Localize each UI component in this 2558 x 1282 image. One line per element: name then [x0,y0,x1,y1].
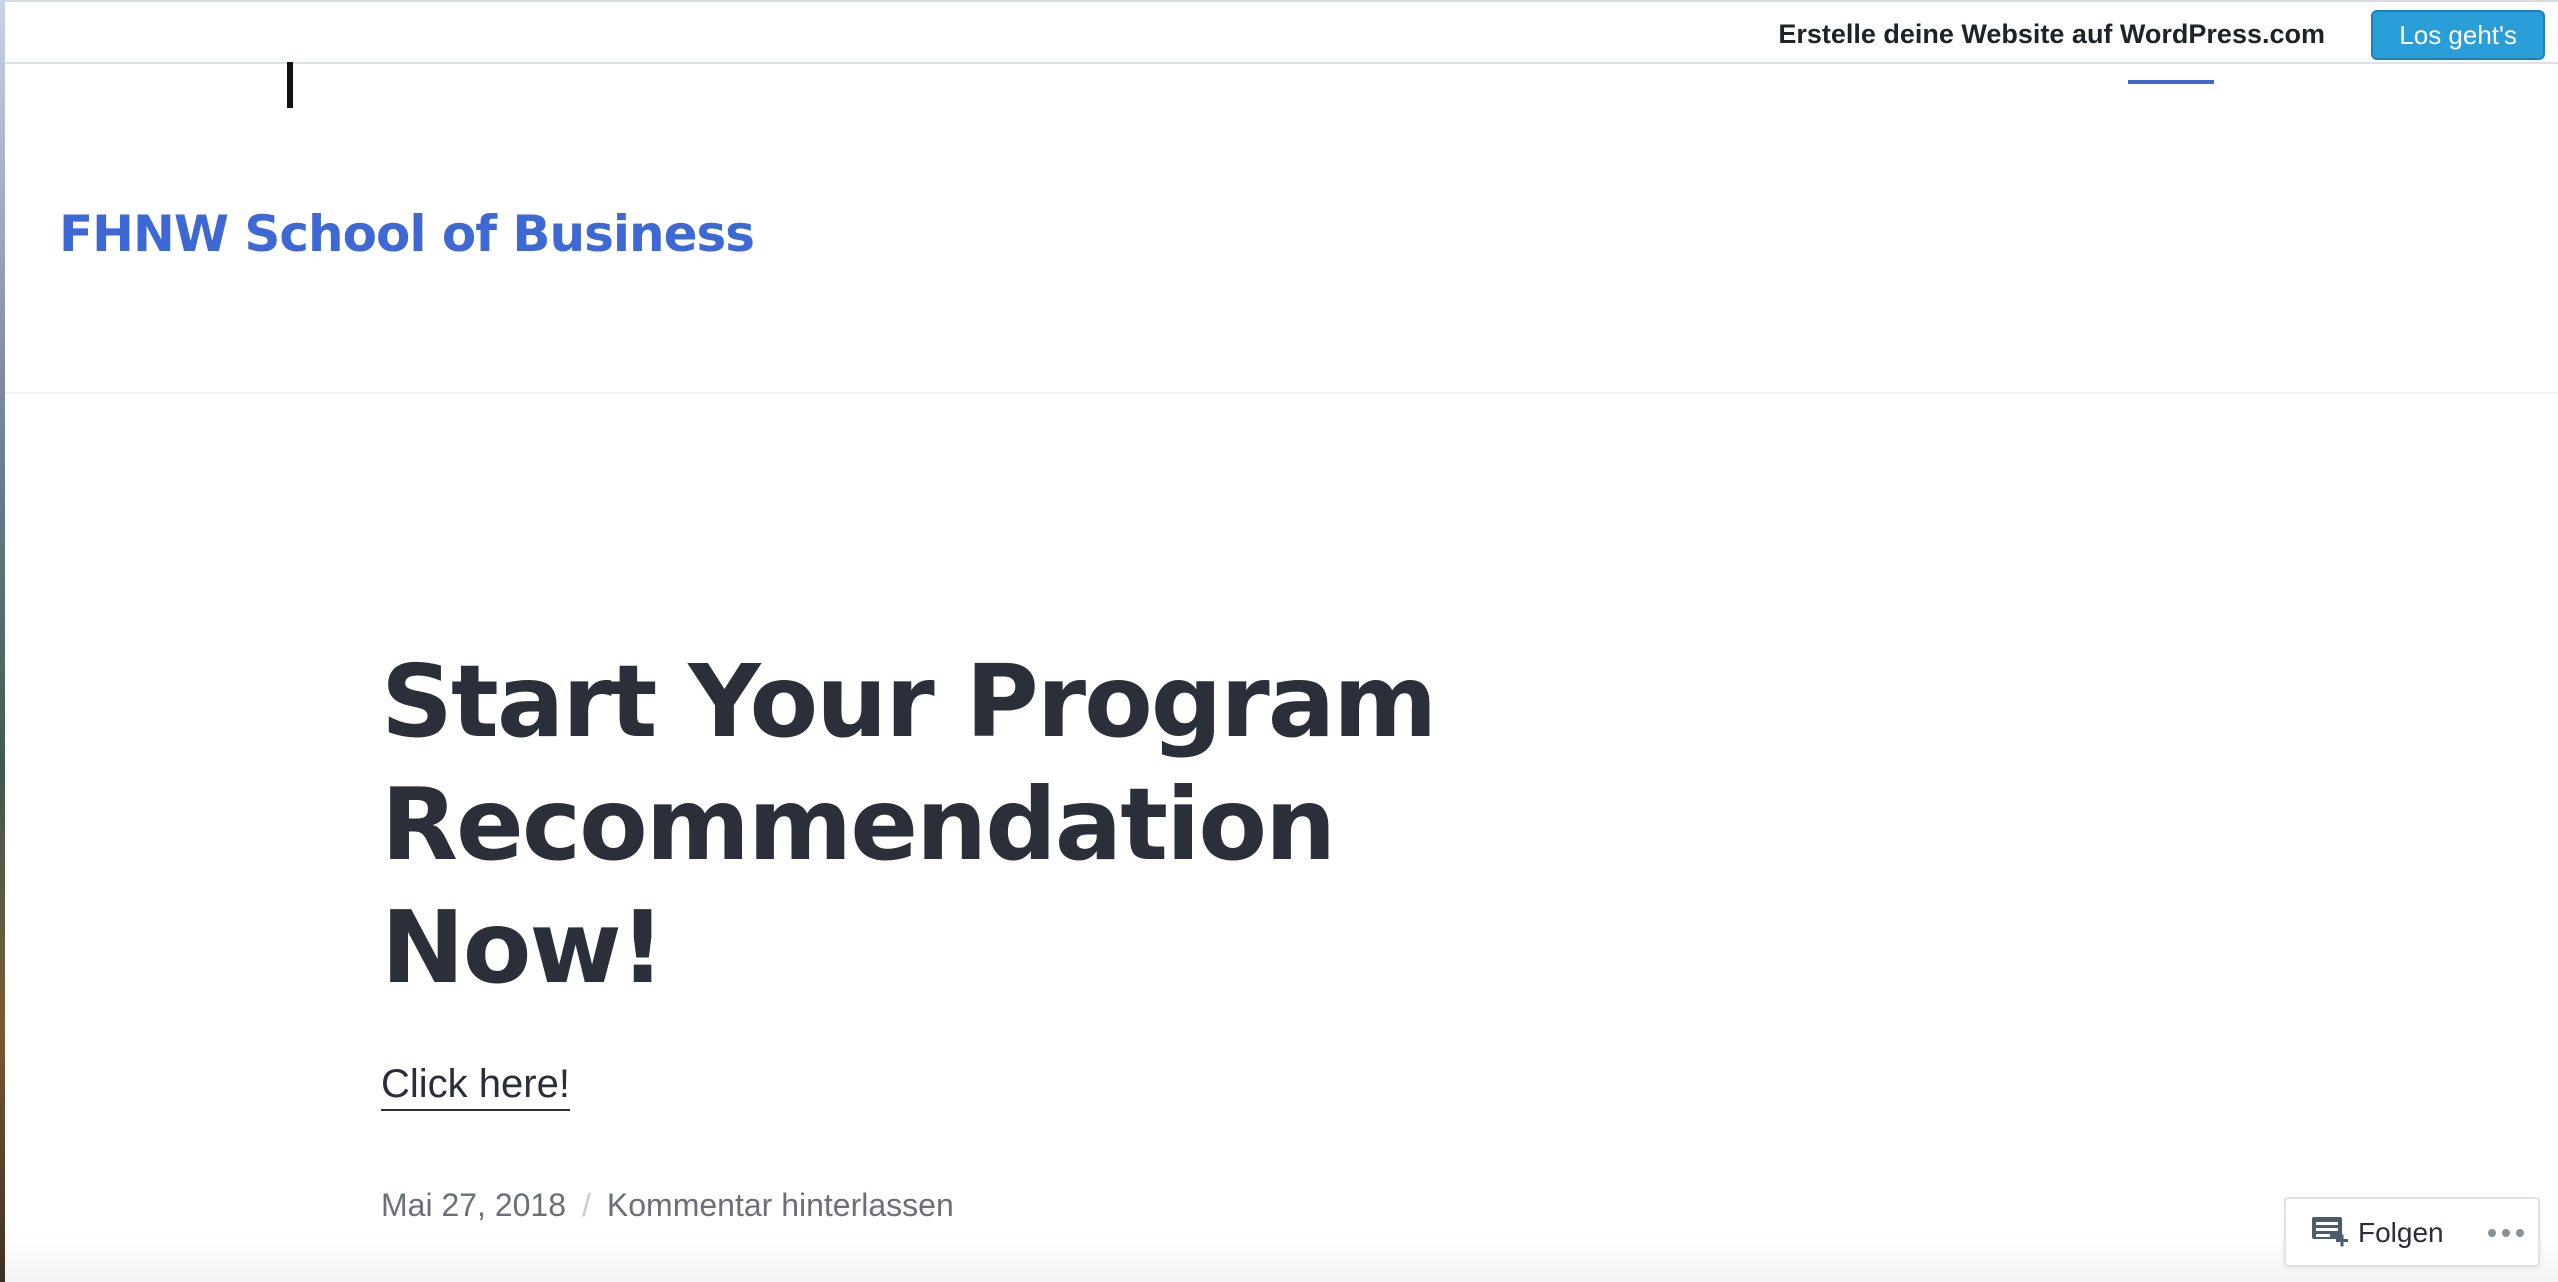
post-title[interactable]: Start Your Program Recommendation Now! [381,640,1481,1009]
follow-button[interactable]: Folgen [2310,1213,2444,1253]
follow-label: Folgen [2358,1217,2444,1248]
wordpress-promo-bar: Erstelle deine Website auf WordPress.com… [5,0,2558,64]
follow-reader-icon [2312,1217,2348,1247]
meta-separator: / [582,1187,591,1223]
post-date[interactable]: Mai 27, 2018 [381,1187,566,1223]
wordpress-promo-text[interactable]: Erstelle deine Website auf WordPress.com [1778,19,2325,50]
leave-comment-link[interactable]: Kommentar hinterlassen [607,1187,954,1223]
click-here-link[interactable]: Click here! [381,1062,570,1111]
follow-widget: Folgen [2284,1197,2540,1267]
bottom-fade [5,1232,2558,1282]
site-title[interactable]: FHNW School of Business [59,205,755,263]
post-meta: Mai 27, 2018 / Kommentar hinterlassen [381,1187,954,1224]
get-started-button[interactable]: Los geht's [2371,10,2545,60]
ellipsis-icon[interactable] [2484,1222,2528,1244]
post: Start Your Program Recommendation Now! C… [381,640,1481,1223]
